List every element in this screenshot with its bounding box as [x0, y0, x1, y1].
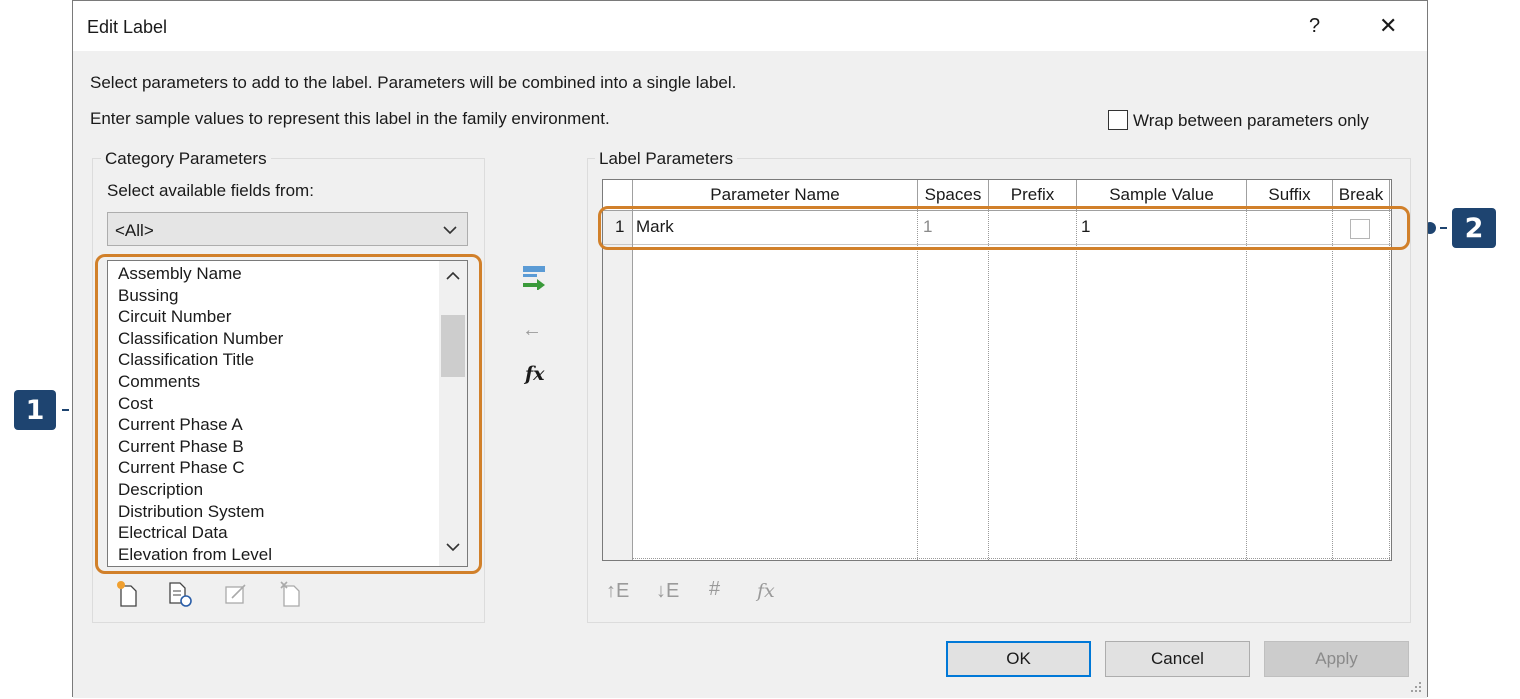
remove-parameter-icon[interactable]: ←: [522, 319, 542, 342]
label-row-highlight: [598, 206, 1410, 250]
col-header-spaces[interactable]: Spaces: [918, 185, 988, 205]
col-guide-2: [988, 211, 989, 560]
col-header-suffix[interactable]: Suffix: [1247, 185, 1332, 205]
edit-icon[interactable]: #: [709, 578, 720, 601]
callout-badge-2: 2: [1452, 208, 1496, 248]
dialog-client-area: Select parameters to add to the label. P…: [73, 51, 1427, 698]
wrap-between-parameters-checkbox[interactable]: [1108, 110, 1128, 130]
modify-parameter-icon[interactable]: [221, 579, 251, 609]
col-header-sample-value[interactable]: Sample Value: [1077, 185, 1246, 205]
formula-edit-icon[interactable]: fx: [757, 580, 775, 602]
dropdown-value: <All>: [115, 221, 154, 240]
callout-connector-1: [62, 409, 69, 411]
move-down-icon[interactable]: ↓E: [656, 580, 679, 603]
instruction-text-1: Select parameters to add to the label. P…: [90, 73, 737, 92]
edit-parameter-icon[interactable]: [165, 579, 195, 609]
resize-grip-icon[interactable]: [1409, 680, 1423, 694]
cancel-button[interactable]: Cancel: [1105, 641, 1250, 677]
label-parameters-label: Label Parameters: [595, 149, 738, 169]
new-parameter-icon[interactable]: [113, 579, 143, 609]
col-header-prefix[interactable]: Prefix: [989, 185, 1076, 205]
col-guide-6: [1389, 211, 1390, 560]
col-header-parameter-name[interactable]: Parameter Name: [633, 185, 917, 205]
wrap-between-parameters-label[interactable]: Wrap between parameters only: [1133, 111, 1369, 131]
fields-source-dropdown[interactable]: <All>: [107, 212, 468, 246]
formula-icon[interactable]: fx: [525, 363, 545, 385]
ok-button[interactable]: OK: [946, 641, 1091, 677]
category-list-highlight: [95, 254, 482, 574]
delete-parameter-icon[interactable]: [276, 579, 306, 609]
select-fields-label: Select available fields from:: [107, 181, 314, 200]
col-guide-5: [1332, 211, 1333, 560]
dialog-title: Edit Label: [87, 17, 168, 37]
col-guide-3: [1076, 211, 1077, 560]
chevron-down-icon: [442, 222, 458, 238]
callout-connector-2: [1440, 227, 1447, 229]
col-guide-1: [917, 211, 918, 560]
edit-label-dialog: Edit Label ? ✕ Select parameters to add …: [72, 0, 1428, 698]
close-icon[interactable]: ✕: [1379, 13, 1397, 39]
category-parameters-label: Category Parameters: [101, 149, 271, 169]
grid-bottom-guide: [632, 558, 1390, 559]
col-guide-4: [1246, 211, 1247, 560]
help-button[interactable]: ?: [1309, 15, 1320, 38]
instruction-text-2: Enter sample values to represent this la…: [90, 109, 610, 128]
apply-button[interactable]: Apply: [1264, 641, 1409, 677]
move-up-icon[interactable]: ↑E: [606, 580, 629, 603]
callout-badge-1: 1: [14, 390, 56, 430]
title-bar: Edit Label ? ✕: [73, 1, 1427, 51]
col-header-break[interactable]: Break: [1333, 185, 1389, 205]
add-parameter-icon[interactable]: [519, 261, 549, 291]
